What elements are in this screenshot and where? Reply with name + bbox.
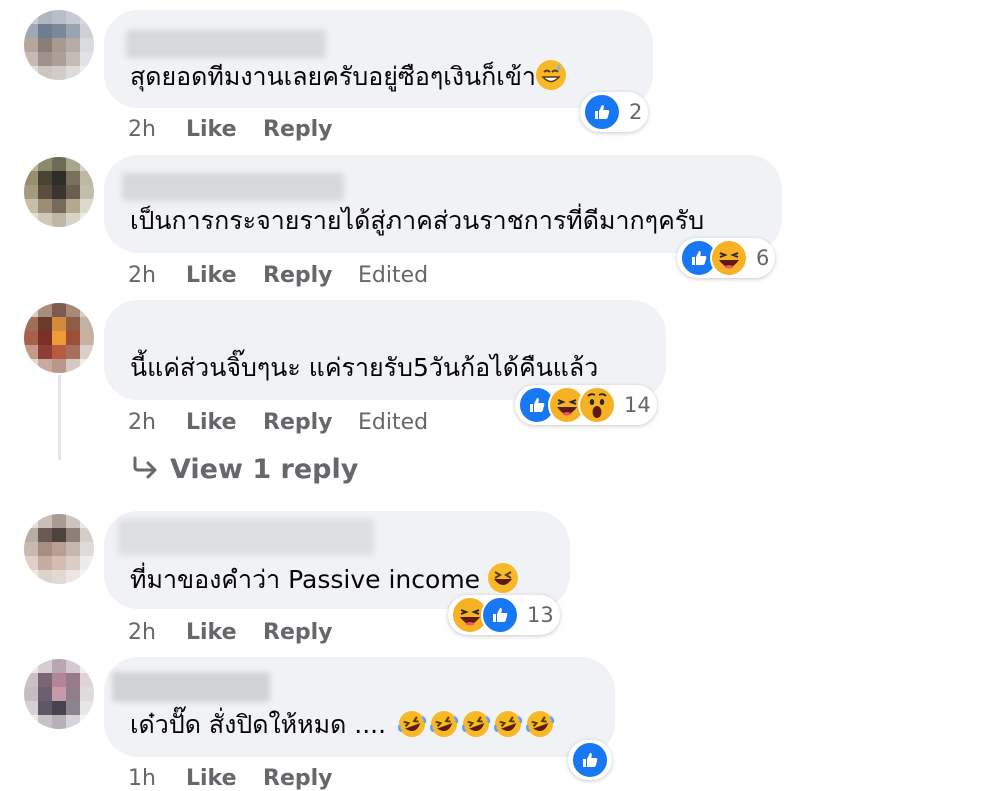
rofl-emoji-icon [462, 711, 491, 737]
reaction-count: 6 [756, 246, 770, 270]
reaction-count: 13 [527, 603, 554, 627]
timestamp[interactable]: 2h [128, 263, 186, 288]
comment-bubble: สุดยอดทีมงานเลยครับอยู่ซือๆเงินก็เข้า [104, 10, 653, 108]
author-name-redacted[interactable] [118, 519, 374, 555]
comment-meta: 2h Like Reply [128, 620, 358, 645]
avatar[interactable] [24, 10, 94, 80]
reply-button[interactable]: Reply [263, 620, 358, 645]
comment-text: สุดยอดทีมงานเลยครับอยู่ซือๆเงินก็เข้า [130, 60, 566, 93]
comment-text: ที่มาของคำว่า Passive income [130, 563, 519, 596]
reply-arrow-icon [133, 456, 157, 479]
comment-bubble: เป็นการกระจายรายได้สู่ภาคส่วนราชการที่ดี… [104, 155, 782, 253]
avatar[interactable] [24, 514, 94, 584]
like-reaction-icon [571, 741, 609, 779]
reactions-pill[interactable]: 6 [677, 238, 776, 278]
reactions-pill[interactable]: 2 [580, 92, 649, 132]
laughing-emoji-icon [488, 563, 519, 593]
timestamp[interactable]: 2h [128, 620, 186, 645]
comment-text: นี้แค่ส่วนจิ๊บๆนะ แค่รายรับ5วันก้อได้คืน… [130, 353, 599, 382]
comment-text: เด๋วปั๊ด สั่งปิดให้หมด .... [130, 709, 556, 741]
rofl-emoji-icon [430, 711, 459, 737]
author-name-redacted[interactable] [122, 173, 344, 201]
timestamp[interactable]: 1h [128, 766, 186, 791]
like-button[interactable]: Like [186, 410, 263, 435]
rofl-emoji-icon [398, 711, 427, 737]
thread-connector [58, 375, 61, 460]
comment-bubble: เด๋วปั๊ด สั่งปิดให้หมด .... [104, 657, 615, 757]
reaction-count: 2 [629, 100, 643, 124]
avatar[interactable] [24, 659, 94, 729]
like-button[interactable]: Like [186, 620, 263, 645]
reactions-pill[interactable]: 14 [515, 385, 657, 425]
author-name-redacted[interactable] [112, 672, 270, 702]
comment-meta: 2h Like Reply [128, 117, 358, 142]
edited-label: Edited [358, 410, 429, 435]
rofl-emoji-row [388, 710, 556, 739]
sweat-smile-emoji-icon [535, 60, 566, 90]
like-reaction-icon [583, 93, 621, 131]
reply-button[interactable]: Reply [263, 263, 358, 288]
like-button[interactable]: Like [186, 117, 263, 142]
like-button[interactable]: Like [186, 263, 263, 288]
comment-meta: 2h Like Reply Edited [128, 263, 428, 288]
comment-meta: 2h Like Reply Edited [128, 410, 428, 435]
wow-reaction-icon [578, 386, 616, 424]
rofl-emoji-icon [526, 711, 555, 737]
comment-meta: 1h Like Reply [128, 766, 358, 791]
like-reaction-icon [481, 596, 519, 634]
haha-reaction-icon [710, 239, 748, 277]
reply-button[interactable]: Reply [263, 766, 358, 791]
view-replies-link[interactable]: View 1 reply [132, 454, 358, 485]
view-replies-label: View 1 reply [170, 454, 359, 485]
author-name-redacted[interactable] [126, 30, 326, 58]
timestamp[interactable]: 2h [128, 117, 186, 142]
reaction-count: 14 [624, 393, 651, 417]
reply-button[interactable]: Reply [263, 117, 358, 142]
rofl-emoji-icon [494, 711, 523, 737]
reactions-pill[interactable]: 13 [448, 595, 560, 635]
timestamp[interactable]: 2h [128, 410, 186, 435]
avatar[interactable] [24, 303, 94, 373]
reply-button[interactable]: Reply [263, 410, 358, 435]
reactions-pill[interactable] [568, 740, 612, 780]
avatar[interactable] [24, 157, 94, 227]
edited-label: Edited [358, 263, 429, 288]
comment-text: เป็นการกระจายรายได้สู่ภาคส่วนราชการที่ดี… [130, 206, 705, 235]
like-button[interactable]: Like [186, 766, 263, 791]
